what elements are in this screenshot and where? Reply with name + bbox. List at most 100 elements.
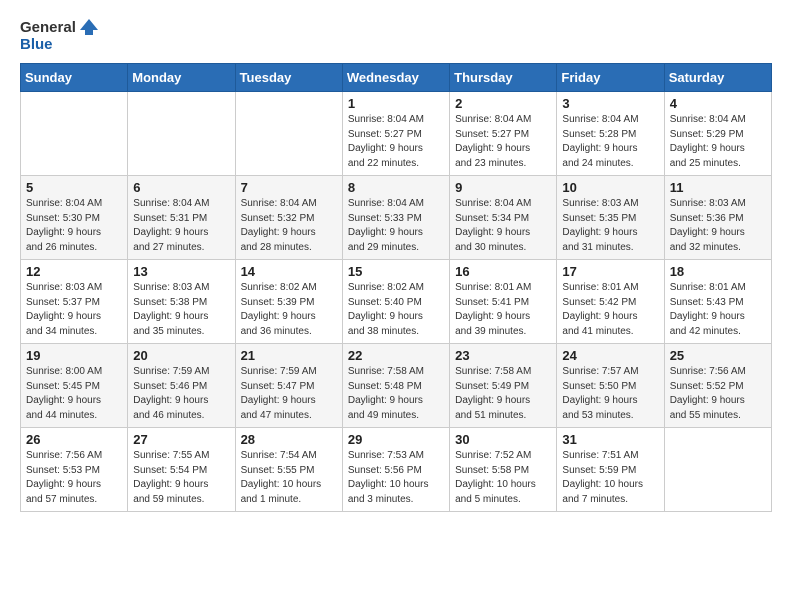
weekday-saturday: Saturday bbox=[664, 64, 771, 92]
day-cell: 3 Sunrise: 8:04 AM Sunset: 5:28 PM Daylig… bbox=[557, 92, 664, 176]
day-number: 21 bbox=[241, 348, 337, 363]
day-cell: 4Sunrise: 8:04 AM Sunset: 5:29 PM Daylig… bbox=[664, 92, 771, 176]
day-info: Sunrise: 8:03 AM Sunset: 5:36 PM Dayligh… bbox=[670, 197, 766, 255]
day-cell: 12 Sunrise: 8:03 AM Sunset: 5:37 PM Dayli… bbox=[21, 260, 128, 344]
day-cell: 19 Sunrise: 8:00 AM Sunset: 5:45 PM Dayli… bbox=[21, 344, 128, 428]
day-number: 13 bbox=[133, 264, 229, 279]
day-number: 16 bbox=[455, 264, 551, 279]
day-number: 30 bbox=[455, 432, 551, 447]
day-info: Sunrise: 7:53 AM Sunset: 5:56 PM Dayligh… bbox=[348, 449, 444, 507]
day-info: Sunrise: 7:56 AM Sunset: 5:52 PM Dayligh… bbox=[670, 365, 766, 423]
day-cell: 20 Sunrise: 7:59 AM Sunset: 5:46 PM Dayli… bbox=[128, 344, 235, 428]
day-number: 1 bbox=[348, 96, 444, 111]
day-number: 25 bbox=[670, 348, 766, 363]
day-cell bbox=[21, 92, 128, 176]
day-info: Sunrise: 8:04 AM Sunset: 5:34 PM Dayligh… bbox=[455, 197, 551, 255]
calendar: SundayMondayTuesdayWednesdayThursdayFrid… bbox=[20, 63, 772, 512]
day-cell: 8Sunrise: 8:04 AM Sunset: 5:33 PM Daylig… bbox=[342, 176, 449, 260]
day-info: Sunrise: 7:59 AM Sunset: 5:47 PM Dayligh… bbox=[241, 365, 337, 423]
day-cell: 24 Sunrise: 7:57 AM Sunset: 5:50 PM Dayli… bbox=[557, 344, 664, 428]
weekday-thursday: Thursday bbox=[450, 64, 557, 92]
day-number: 15 bbox=[348, 264, 444, 279]
day-cell: 31 Sunrise: 7:51 AM Sunset: 5:59 PM Dayli… bbox=[557, 428, 664, 512]
day-cell bbox=[235, 92, 342, 176]
weekday-sunday: Sunday bbox=[21, 64, 128, 92]
day-cell: 13 Sunrise: 8:03 AM Sunset: 5:38 PM Dayli… bbox=[128, 260, 235, 344]
week-row-1: 1 Sunrise: 8:04 AM Sunset: 5:27 PM Daylig… bbox=[21, 92, 772, 176]
day-number: 28 bbox=[241, 432, 337, 447]
day-cell: 30Sunrise: 7:52 AM Sunset: 5:58 PM Dayli… bbox=[450, 428, 557, 512]
weekday-friday: Friday bbox=[557, 64, 664, 92]
day-cell: 7 Sunrise: 8:04 AM Sunset: 5:32 PM Daylig… bbox=[235, 176, 342, 260]
week-row-2: 5Sunrise: 8:04 AM Sunset: 5:30 PM Daylig… bbox=[21, 176, 772, 260]
day-cell: 23 Sunrise: 7:58 AM Sunset: 5:49 PM Dayli… bbox=[450, 344, 557, 428]
day-number: 2 bbox=[455, 96, 551, 111]
day-info: Sunrise: 8:04 AM Sunset: 5:31 PM Dayligh… bbox=[133, 197, 229, 255]
day-number: 22 bbox=[348, 348, 444, 363]
day-info: Sunrise: 8:04 AM Sunset: 5:32 PM Dayligh… bbox=[241, 197, 337, 255]
day-info: Sunrise: 8:03 AM Sunset: 5:38 PM Dayligh… bbox=[133, 281, 229, 339]
day-info: Sunrise: 7:55 AM Sunset: 5:54 PM Dayligh… bbox=[133, 449, 229, 507]
day-cell: 17 Sunrise: 8:01 AM Sunset: 5:42 PM Dayli… bbox=[557, 260, 664, 344]
day-number: 5 bbox=[26, 180, 122, 195]
day-info: Sunrise: 7:57 AM Sunset: 5:50 PM Dayligh… bbox=[562, 365, 658, 423]
day-info: Sunrise: 7:54 AM Sunset: 5:55 PM Dayligh… bbox=[241, 449, 337, 507]
weekday-tuesday: Tuesday bbox=[235, 64, 342, 92]
day-cell: 22 Sunrise: 7:58 AM Sunset: 5:48 PM Dayli… bbox=[342, 344, 449, 428]
day-cell: 28 Sunrise: 7:54 AM Sunset: 5:55 PM Dayli… bbox=[235, 428, 342, 512]
day-cell: 21 Sunrise: 7:59 AM Sunset: 5:47 PM Dayli… bbox=[235, 344, 342, 428]
logo-icon bbox=[78, 16, 100, 38]
page: General Blue SundayMondayTuesdayWednesda… bbox=[0, 0, 792, 532]
day-number: 19 bbox=[26, 348, 122, 363]
logo-blue: Blue bbox=[20, 36, 100, 53]
day-info: Sunrise: 7:58 AM Sunset: 5:48 PM Dayligh… bbox=[348, 365, 444, 423]
day-info: Sunrise: 7:59 AM Sunset: 5:46 PM Dayligh… bbox=[133, 365, 229, 423]
weekday-wednesday: Wednesday bbox=[342, 64, 449, 92]
day-cell: 6Sunrise: 8:04 AM Sunset: 5:31 PM Daylig… bbox=[128, 176, 235, 260]
day-cell: 11 Sunrise: 8:03 AM Sunset: 5:36 PM Dayli… bbox=[664, 176, 771, 260]
day-number: 8 bbox=[348, 180, 444, 195]
week-row-3: 12 Sunrise: 8:03 AM Sunset: 5:37 PM Dayli… bbox=[21, 260, 772, 344]
day-cell: 15 Sunrise: 8:02 AM Sunset: 5:40 PM Dayli… bbox=[342, 260, 449, 344]
day-number: 4 bbox=[670, 96, 766, 111]
day-number: 11 bbox=[670, 180, 766, 195]
day-number: 9 bbox=[455, 180, 551, 195]
day-number: 24 bbox=[562, 348, 658, 363]
logo: General Blue bbox=[20, 16, 100, 53]
day-cell: 18Sunrise: 8:01 AM Sunset: 5:43 PM Dayli… bbox=[664, 260, 771, 344]
day-info: Sunrise: 8:01 AM Sunset: 5:42 PM Dayligh… bbox=[562, 281, 658, 339]
day-number: 18 bbox=[670, 264, 766, 279]
week-row-5: 26Sunrise: 7:56 AM Sunset: 5:53 PM Dayli… bbox=[21, 428, 772, 512]
day-cell: 16Sunrise: 8:01 AM Sunset: 5:41 PM Dayli… bbox=[450, 260, 557, 344]
day-cell: 9 Sunrise: 8:04 AM Sunset: 5:34 PM Daylig… bbox=[450, 176, 557, 260]
logo-general: General bbox=[20, 19, 76, 36]
day-number: 31 bbox=[562, 432, 658, 447]
day-number: 7 bbox=[241, 180, 337, 195]
day-cell bbox=[664, 428, 771, 512]
day-number: 17 bbox=[562, 264, 658, 279]
day-number: 14 bbox=[241, 264, 337, 279]
day-number: 27 bbox=[133, 432, 229, 447]
day-info: Sunrise: 8:04 AM Sunset: 5:28 PM Dayligh… bbox=[562, 113, 658, 171]
day-number: 3 bbox=[562, 96, 658, 111]
day-cell: 1 Sunrise: 8:04 AM Sunset: 5:27 PM Daylig… bbox=[342, 92, 449, 176]
day-info: Sunrise: 7:51 AM Sunset: 5:59 PM Dayligh… bbox=[562, 449, 658, 507]
day-info: Sunrise: 8:02 AM Sunset: 5:40 PM Dayligh… bbox=[348, 281, 444, 339]
day-number: 12 bbox=[26, 264, 122, 279]
day-info: Sunrise: 8:04 AM Sunset: 5:27 PM Dayligh… bbox=[348, 113, 444, 171]
day-cell: 29 Sunrise: 7:53 AM Sunset: 5:56 PM Dayli… bbox=[342, 428, 449, 512]
day-cell: 27 Sunrise: 7:55 AM Sunset: 5:54 PM Dayli… bbox=[128, 428, 235, 512]
week-row-4: 19 Sunrise: 8:00 AM Sunset: 5:45 PM Dayli… bbox=[21, 344, 772, 428]
day-info: Sunrise: 8:00 AM Sunset: 5:45 PM Dayligh… bbox=[26, 365, 122, 423]
day-info: Sunrise: 7:58 AM Sunset: 5:49 PM Dayligh… bbox=[455, 365, 551, 423]
day-number: 29 bbox=[348, 432, 444, 447]
day-cell: 10Sunrise: 8:03 AM Sunset: 5:35 PM Dayli… bbox=[557, 176, 664, 260]
day-number: 23 bbox=[455, 348, 551, 363]
day-cell: 26Sunrise: 7:56 AM Sunset: 5:53 PM Dayli… bbox=[21, 428, 128, 512]
day-number: 20 bbox=[133, 348, 229, 363]
day-number: 26 bbox=[26, 432, 122, 447]
day-info: Sunrise: 8:04 AM Sunset: 5:27 PM Dayligh… bbox=[455, 113, 551, 171]
day-info: Sunrise: 8:03 AM Sunset: 5:35 PM Dayligh… bbox=[562, 197, 658, 255]
weekday-header-row: SundayMondayTuesdayWednesdayThursdayFrid… bbox=[21, 64, 772, 92]
day-info: Sunrise: 8:03 AM Sunset: 5:37 PM Dayligh… bbox=[26, 281, 122, 339]
